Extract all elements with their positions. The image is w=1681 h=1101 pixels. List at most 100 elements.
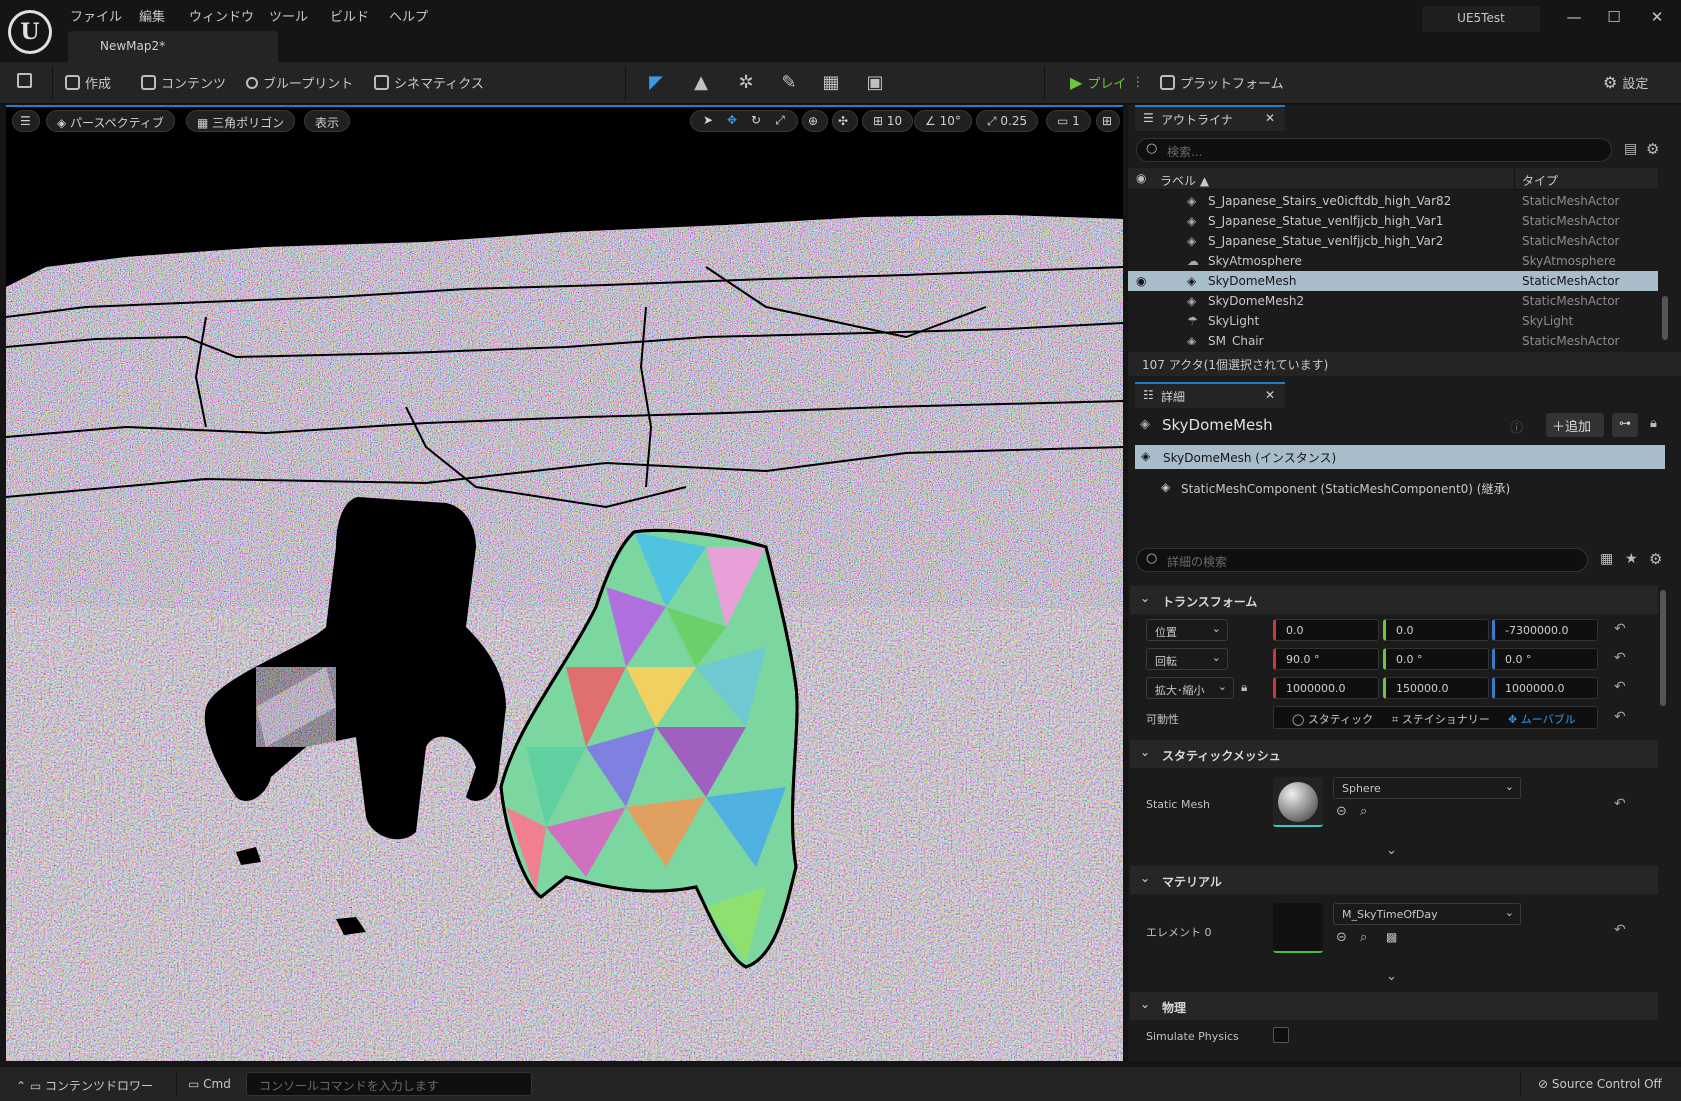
rotate-tool-icon[interactable]: ↻	[746, 110, 766, 132]
table-view-icon[interactable]: ▦	[1600, 551, 1613, 567]
blueprint-button[interactable]: ブループリント	[246, 73, 353, 92]
move-tool-icon[interactable]: ✥	[722, 110, 742, 132]
minimize-icon[interactable]: —	[1562, 8, 1586, 30]
outliner-row[interactable]: ☂ SkyLight SkyLight	[1128, 311, 1658, 331]
scale-x-field[interactable]: 1000000.0	[1273, 677, 1379, 699]
scale-snap-button[interactable]: ⤢ 0.25	[976, 110, 1039, 132]
texture-picker-icon[interactable]: ▩	[1386, 930, 1397, 944]
menu-tools[interactable]: ツール	[269, 6, 308, 25]
physics-section-header[interactable]: ⌄ 物理	[1130, 992, 1658, 1020]
camera-speed-button[interactable]: ▭ 1	[1046, 110, 1091, 132]
content-button[interactable]: コンテンツ	[141, 73, 226, 92]
unreal-logo-icon[interactable]: U	[8, 10, 52, 54]
material-thumbnail[interactable]	[1273, 903, 1323, 953]
menu-window[interactable]: ウィンドウ	[189, 6, 254, 25]
use-selected-asset-icon[interactable]: ⊝	[1336, 930, 1347, 945]
level-viewport[interactable]	[6, 105, 1123, 1061]
location-y-field[interactable]: 0.0	[1383, 619, 1489, 641]
material-picker[interactable]: M_SkyTimeOfDay ⌄	[1333, 903, 1521, 925]
content-drawer-button[interactable]: ⌃ ▭ コンテンツドロワー	[16, 1077, 153, 1094]
close-window-icon[interactable]: ✕	[1645, 8, 1669, 30]
mesh-paint-mode-icon[interactable]: ✎	[778, 72, 800, 94]
help-icon[interactable]: ⓘ	[1510, 417, 1523, 436]
static-mesh-section-header[interactable]: ⌄ スタティックメッシュ	[1130, 740, 1658, 768]
outliner-row[interactable]: ◈ S_Japanese_Stairs_ve0icftdb_high_Var82 S…	[1128, 191, 1658, 211]
reset-mobility-icon[interactable]: ↶	[1614, 709, 1626, 725]
component-row[interactable]: ◈ StaticMeshComponent (StaticMeshCompone…	[1155, 480, 1510, 497]
location-x-field[interactable]: 0.0	[1273, 619, 1379, 641]
surface-snap-icon[interactable]: ✣	[832, 110, 858, 132]
create-button[interactable]: 作成	[65, 73, 111, 92]
details-scrollbar[interactable]	[1660, 590, 1666, 706]
visibility-eye-icon[interactable]: ◉	[1136, 274, 1146, 288]
column-label-header[interactable]: ラベル ▲	[1160, 172, 1209, 189]
reset-static-mesh-icon[interactable]: ↶	[1614, 796, 1626, 812]
world-local-icon[interactable]: ⊕	[802, 110, 828, 132]
menu-file[interactable]: ファイル	[70, 6, 122, 25]
reset-material-icon[interactable]: ↶	[1614, 922, 1626, 938]
static-mesh-thumbnail[interactable]	[1273, 777, 1323, 827]
fracture-mode-icon[interactable]: ▦	[820, 72, 842, 94]
tab-newmap2[interactable]: NewMap2*	[68, 31, 278, 62]
play-options-icon[interactable]: ⋮	[1131, 75, 1144, 90]
expand-advanced-icon[interactable]: ⌄	[1386, 969, 1397, 984]
scale-y-field[interactable]: 150000.0	[1383, 677, 1489, 699]
rotation-snap-button[interactable]: ∠ 10°	[914, 110, 972, 132]
simulate-physics-checkbox[interactable]	[1273, 1027, 1289, 1043]
outliner-search-input[interactable]: ○ 検索...	[1136, 138, 1612, 162]
outliner-row[interactable]: ◈ SkyDomeMesh2 StaticMeshActor	[1128, 291, 1658, 311]
perspective-button[interactable]: ◈ パースペクティブ	[46, 110, 175, 132]
outliner-row[interactable]: ☁ SkyAtmosphere SkyAtmosphere	[1128, 251, 1658, 271]
mobility-movable-option[interactable]: ✥ ムーバブル	[1508, 711, 1576, 727]
play-button[interactable]: ▶ プレイ ⋮	[1070, 73, 1144, 92]
menu-build[interactable]: ビルド	[330, 6, 369, 25]
source-control-button[interactable]: ⊘ Source Control Off	[1538, 1077, 1662, 1091]
scale-tool-icon[interactable]: ⤢	[770, 110, 790, 132]
outliner-scrollbar[interactable]	[1662, 296, 1668, 340]
menu-edit[interactable]: 編集	[139, 6, 165, 25]
outliner-row[interactable]: ◈ SM_Chair StaticMeshActor	[1128, 331, 1658, 345]
cinematics-button[interactable]: シネマティクス	[374, 73, 484, 92]
outliner-row[interactable]: ◈ S_Japanese_Statue_venlfjjcb_high_Var2 St…	[1128, 231, 1658, 251]
show-button[interactable]: 表示	[304, 110, 351, 132]
scale-z-field[interactable]: 1000000.0	[1492, 677, 1598, 699]
favorite-star-icon[interactable]: ★	[1625, 551, 1638, 567]
close-tab-icon[interactable]: ✕	[1265, 111, 1275, 125]
scale-lock-icon[interactable]: 🔒︎	[1241, 680, 1247, 695]
platform-button[interactable]: プラットフォーム	[1160, 73, 1284, 92]
material-section-header[interactable]: ⌄ マテリアル	[1130, 866, 1658, 894]
menu-help[interactable]: ヘルプ	[389, 6, 428, 25]
rotation-z-field[interactable]: 0.0 °	[1492, 648, 1598, 670]
landscape-mode-icon[interactable]: ▲	[690, 72, 712, 94]
static-mesh-picker[interactable]: Sphere ⌄	[1333, 777, 1521, 799]
scale-dropdown[interactable]: 拡大･縮小 ⌄	[1146, 677, 1234, 699]
use-selected-asset-icon[interactable]: ⊝	[1336, 804, 1347, 819]
grid-snap-button[interactable]: ⊞ 10	[862, 110, 914, 132]
view-mode-button[interactable]: ▦ 三角ポリゴン	[186, 110, 296, 132]
mobility-stationary-option[interactable]: ⌗ ステイショナリー	[1392, 711, 1490, 727]
mobility-static-option[interactable]: ◯ スタティック	[1292, 711, 1373, 727]
settings-button[interactable]: ⚙ 設定	[1603, 73, 1648, 92]
instance-row[interactable]: ◈ SkyDomeMesh (インスタンス)	[1135, 445, 1665, 469]
save-icon[interactable]	[17, 73, 32, 88]
transform-section-header[interactable]: ⌄ トランスフォーム	[1130, 586, 1658, 614]
lock-icon[interactable]: 🔒︎	[1650, 416, 1657, 431]
outliner-settings-icon[interactable]: ⚙	[1646, 140, 1659, 158]
tab-outliner[interactable]: ☰ アウトライナ ✕	[1135, 105, 1285, 131]
add-component-button[interactable]: ＋追加	[1546, 413, 1604, 437]
location-dropdown[interactable]: 位置 ⌄	[1146, 619, 1228, 641]
rotation-x-field[interactable]: 90.0 °	[1273, 648, 1379, 670]
details-search-input[interactable]: ○ 詳細の検索	[1136, 548, 1588, 572]
browse-asset-icon[interactable]: ⌕	[1360, 930, 1367, 945]
maximize-icon[interactable]: ☐	[1602, 8, 1626, 30]
reset-rotation-icon[interactable]: ↶	[1614, 650, 1626, 666]
browse-asset-icon[interactable]: ⌕	[1360, 804, 1367, 819]
outliner-row[interactable]: ◉ ◈ SkyDomeMesh StaticMeshActor	[1128, 271, 1658, 291]
column-type-header[interactable]: タイプ	[1522, 172, 1558, 189]
select-mode-icon[interactable]: ◤	[645, 72, 667, 94]
blueprint-convert-icon[interactable]: ⊶	[1612, 413, 1638, 437]
outliner-row[interactable]: ◈ S_Japanese_Statue_venlfjjcb_high_Var1 St…	[1128, 211, 1658, 231]
reset-scale-icon[interactable]: ↶	[1614, 679, 1626, 695]
viewport-layout-icon[interactable]: ⊞	[1096, 110, 1120, 132]
rotation-y-field[interactable]: 0.0 °	[1383, 648, 1489, 670]
